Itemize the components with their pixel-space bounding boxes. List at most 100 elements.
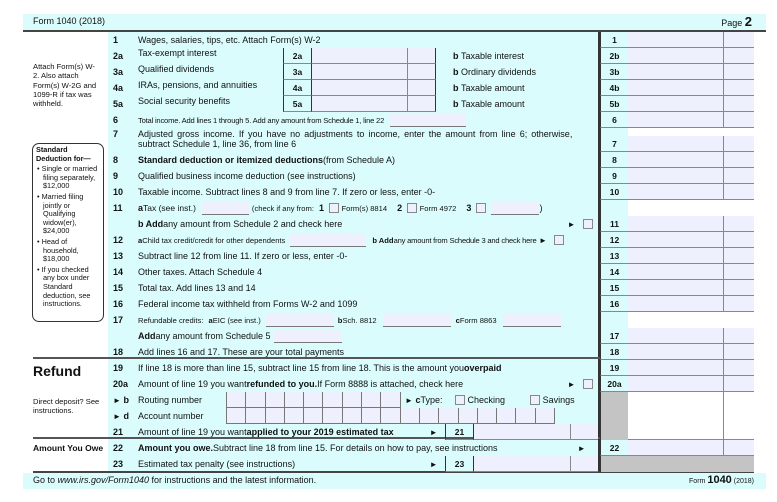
line-number-14: 14 [600,264,628,280]
child-tax-credit-input[interactable] [290,233,367,247]
cents-input-16[interactable] [724,296,754,312]
blank-amount-area [628,392,754,440]
line-number-12: 12 [600,232,628,248]
cents-input-9[interactable] [724,168,754,184]
schedule3-checkbox[interactable] [554,235,565,245]
amount-input-7[interactable] [628,136,724,152]
amount-input-17[interactable] [628,328,724,344]
input-2a-cents[interactable] [407,48,436,64]
line-5b: b Taxable amount [453,96,598,112]
shaded-cell [600,456,754,472]
cents-input-1[interactable] [724,32,754,48]
line-11a: 11 a Tax (see inst.) (check if any from: 1… [113,201,543,215]
amount-input-14[interactable] [628,264,724,280]
input-3a[interactable] [311,64,407,80]
amount-input-18[interactable] [628,344,724,360]
cents-input-3b[interactable] [724,64,754,80]
line-8: 8 Standard deduction or itemized deductio… [108,152,598,168]
routing-number-input[interactable] [226,392,401,408]
amount-input-12[interactable] [628,232,724,248]
input-21-cents[interactable] [570,424,598,440]
cents-input-17[interactable] [724,328,754,344]
line-number-15: 15 [600,280,628,296]
cents-input-10[interactable] [724,184,754,200]
form-4972-checkbox[interactable] [407,203,418,213]
schedule1-line22-input[interactable] [390,113,467,127]
cents-input-19[interactable] [724,360,754,376]
cents-input-11[interactable] [724,216,754,232]
amount-input-9[interactable] [628,168,724,184]
tax-input[interactable] [201,201,249,215]
cents-input-22[interactable] [724,440,754,456]
amount-input-2b[interactable] [628,48,724,64]
schedule2-checkbox[interactable] [582,219,593,229]
schedule5-input[interactable] [273,329,342,343]
page-label: Page [721,18,743,28]
amount-input-3b[interactable] [628,64,724,80]
cents-input-2b[interactable] [724,48,754,64]
input-3a-cents[interactable] [407,64,436,80]
checking-checkbox[interactable] [454,395,465,405]
savings-checkbox[interactable] [530,395,541,405]
input-23-cents[interactable] [570,456,598,472]
sch-8812-input[interactable] [382,313,451,327]
eic-input[interactable] [265,313,334,327]
amount-input-13[interactable] [628,248,724,264]
cents-input-7[interactable] [724,136,754,152]
line-2b: b Taxable interest [453,48,598,64]
line-23: 23 Estimated tax penalty (see instruction… [108,456,445,472]
box-label-21: 21 [445,424,473,440]
amount-input-22[interactable] [628,440,724,456]
input-4a[interactable] [311,80,407,96]
std-deduction-item: • Head of household, $18,000 [37,236,79,264]
amount-input-8[interactable] [628,152,724,168]
form-8814-checkbox[interactable] [329,203,340,213]
line-number-16: 16 [600,296,628,312]
form-8888-checkbox[interactable] [582,379,593,389]
amount-input-15[interactable] [628,280,724,296]
cents-input-15[interactable] [724,280,754,296]
line-number-7: 7 [600,128,628,152]
line-1: 1 Wages, salaries, tips, etc. Attach Form… [108,32,598,48]
cents-input-8[interactable] [724,152,754,168]
amount-input-5b[interactable] [628,96,724,112]
attach-note: Attach Form(s) W-2. Also attach Form(s) … [33,62,97,109]
arrow-icon: ► [429,459,438,469]
input-23[interactable] [473,456,570,472]
cents-input-14[interactable] [724,264,754,280]
form-8863-input[interactable] [502,313,561,327]
amount-input-16[interactable] [628,296,724,312]
line-22: 22 Amount you owe. Subtract line 18 from … [108,440,598,456]
amount-input-6[interactable] [628,112,724,128]
arrow-icon: ► [429,427,438,437]
amount-input-20a[interactable] [628,376,724,392]
cents-input-18[interactable] [724,344,754,360]
amount-input-11[interactable] [628,216,724,232]
cents-input-6[interactable] [724,112,754,128]
input-21[interactable] [473,424,570,440]
line-number-18: 18 [600,344,628,360]
blank-amount-area [628,312,754,328]
input-5a-cents[interactable] [407,96,436,112]
amount-input-1[interactable] [628,32,724,48]
amount-input-4b[interactable] [628,80,724,96]
cents-input-4b[interactable] [724,80,754,96]
amount-input-10[interactable] [628,184,724,200]
option-3-input[interactable] [491,201,540,215]
input-4a-cents[interactable] [407,80,436,96]
arrow-icon: ► [539,235,547,245]
amount-input-19[interactable] [628,360,724,376]
arrow-icon: ► [567,219,576,229]
cents-input-12[interactable] [724,232,754,248]
option-3-checkbox[interactable] [476,203,487,213]
cents-input-5b[interactable] [724,96,754,112]
input-2a[interactable] [311,48,407,64]
account-number-input[interactable] [226,408,556,424]
line-number-9: 9 [600,168,628,184]
irs-link[interactable]: www.irs.gov/Form1040 [58,475,150,485]
line-number-11: 11 [600,200,628,232]
cents-input-13[interactable] [724,248,754,264]
input-5a[interactable] [311,96,407,112]
std-deduction-item: • Married filing jointly or Qualifying w… [37,191,84,236]
cents-input-20a[interactable] [724,376,754,392]
